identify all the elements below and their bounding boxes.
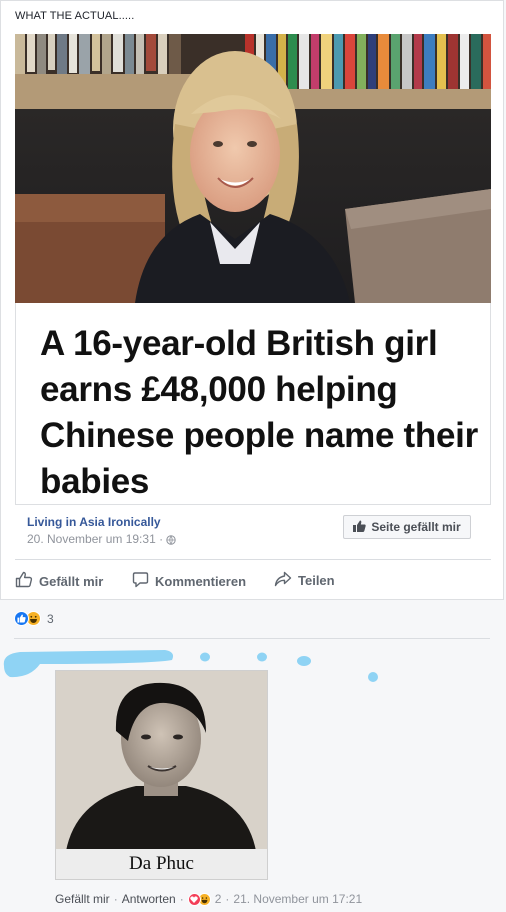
comment-reactions[interactable]: 2 bbox=[187, 892, 222, 906]
post-photo[interactable] bbox=[15, 34, 491, 303]
post-caption: WHAT THE ACTUAL..... bbox=[15, 10, 135, 22]
photo-caption: Da Phuc bbox=[56, 849, 267, 879]
separator: · bbox=[113, 892, 118, 906]
share-label: Teilen bbox=[298, 573, 335, 588]
like-page-button[interactable]: Seite gefällt mir bbox=[343, 515, 471, 539]
like-icon bbox=[14, 611, 29, 626]
post-meta: 20. November um 19:31 · bbox=[27, 532, 177, 548]
share-arrow-icon bbox=[274, 571, 292, 590]
link-preview[interactable]: A 16-year-old British girl earns £48,000… bbox=[15, 303, 491, 505]
share-button[interactable]: Teilen bbox=[274, 571, 335, 590]
like-page-label: Seite gefällt mir bbox=[371, 520, 461, 534]
comment-like-link[interactable]: Gefällt mir bbox=[55, 892, 110, 906]
comment-photo[interactable]: Da Phuc bbox=[55, 670, 268, 880]
speech-bubble-icon bbox=[132, 571, 149, 591]
like-button[interactable]: Gefällt mir bbox=[15, 571, 103, 591]
reaction-summary[interactable]: 3 bbox=[14, 611, 54, 626]
page-name-link[interactable]: Living in Asia Ironically bbox=[27, 515, 161, 529]
separator: · bbox=[225, 892, 230, 906]
reaction-count: 3 bbox=[47, 611, 54, 626]
comments-divider bbox=[14, 638, 490, 639]
comment-label: Kommentieren bbox=[155, 573, 247, 589]
separator: · bbox=[179, 892, 184, 906]
divider bbox=[15, 559, 491, 560]
comment-button[interactable]: Kommentieren bbox=[132, 571, 246, 591]
comment-actions: Gefällt mir · Antworten · 2 · 21. Novemb… bbox=[55, 892, 362, 906]
comment-reaction-count: 2 bbox=[214, 892, 222, 906]
comment-reply-link[interactable]: Antworten bbox=[122, 892, 176, 906]
post-timestamp[interactable]: 20. November um 19:31 bbox=[27, 532, 156, 546]
like-label: Gefällt mir bbox=[39, 573, 104, 589]
globe-icon bbox=[166, 534, 177, 548]
post-card: WHAT THE ACTUAL..... A 16-year-old Briti… bbox=[0, 0, 504, 600]
girl-photo-illustration bbox=[15, 34, 491, 303]
link-headline: A 16-year-old British girl earns £48,000… bbox=[40, 324, 478, 501]
love-icon bbox=[187, 892, 201, 906]
portrait-illustration bbox=[56, 671, 267, 851]
meta-separator: · bbox=[159, 532, 164, 546]
comment-timestamp[interactable]: 21. November um 17:21 bbox=[233, 892, 362, 906]
thumbs-up-icon bbox=[353, 520, 367, 535]
thumbs-up-outline-icon bbox=[15, 571, 33, 591]
